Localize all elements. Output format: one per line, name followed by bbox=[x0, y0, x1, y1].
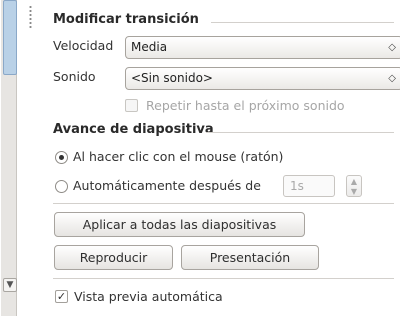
automatic-delay-input[interactable]: 1s bbox=[283, 175, 335, 197]
apply-to-all-slides-button[interactable]: Aplicar a todas las diapositivas bbox=[54, 212, 305, 237]
auto-preview-checkbox[interactable]: ✓ bbox=[55, 290, 68, 303]
play-button[interactable]: Reproducir bbox=[54, 245, 173, 270]
separator bbox=[53, 278, 394, 279]
advance-section-title: Avance de diapositiva bbox=[53, 122, 214, 137]
transition-section-title: Modificar transición bbox=[53, 12, 199, 27]
separator bbox=[53, 203, 394, 204]
section-divider bbox=[211, 22, 394, 23]
delay-spin-button[interactable]: ▲ ▼ bbox=[346, 175, 362, 197]
scrollbar-thumb[interactable] bbox=[3, 0, 17, 75]
on-click-label: Al hacer clic con el mouse (ratón) bbox=[73, 149, 284, 164]
auto-preview-label: Vista previa automática bbox=[74, 289, 223, 304]
speed-select-value: Media bbox=[131, 40, 168, 54]
sound-select[interactable]: <Sin sonido> ◇ bbox=[125, 67, 400, 90]
slide-transition-panel: Modificar transición Velocidad Media ◇ S… bbox=[43, 0, 400, 316]
chevron-down-icon: ▼ bbox=[6, 280, 14, 290]
up-down-arrows-icon: ◇ bbox=[388, 42, 396, 53]
sound-label: Sonido bbox=[53, 69, 96, 84]
automatic-radio[interactable] bbox=[55, 180, 68, 193]
drag-handle-icon[interactable] bbox=[29, 5, 32, 29]
checkmark-icon: ✓ bbox=[56, 290, 67, 303]
repeat-sound-label: Repetir hasta el próximo sonido bbox=[146, 98, 345, 113]
section-divider bbox=[206, 132, 394, 133]
vertical-scrollbar[interactable]: ▼ bbox=[1, 0, 17, 316]
speed-select[interactable]: Media ◇ bbox=[125, 36, 400, 59]
sound-select-value: <Sin sonido> bbox=[131, 71, 213, 85]
slideshow-button[interactable]: Presentación bbox=[181, 245, 319, 270]
left-gutter: ▼ bbox=[0, 0, 43, 316]
speed-label: Velocidad bbox=[53, 38, 114, 53]
repeat-sound-checkbox[interactable] bbox=[125, 99, 138, 112]
on-click-radio[interactable] bbox=[55, 151, 68, 164]
automatic-label: Automáticamente después de bbox=[73, 178, 261, 193]
scroll-down-button[interactable]: ▼ bbox=[3, 278, 17, 292]
up-down-arrows-icon: ◇ bbox=[388, 73, 396, 84]
spin-arrows-icon: ▲ ▼ bbox=[350, 177, 358, 196]
